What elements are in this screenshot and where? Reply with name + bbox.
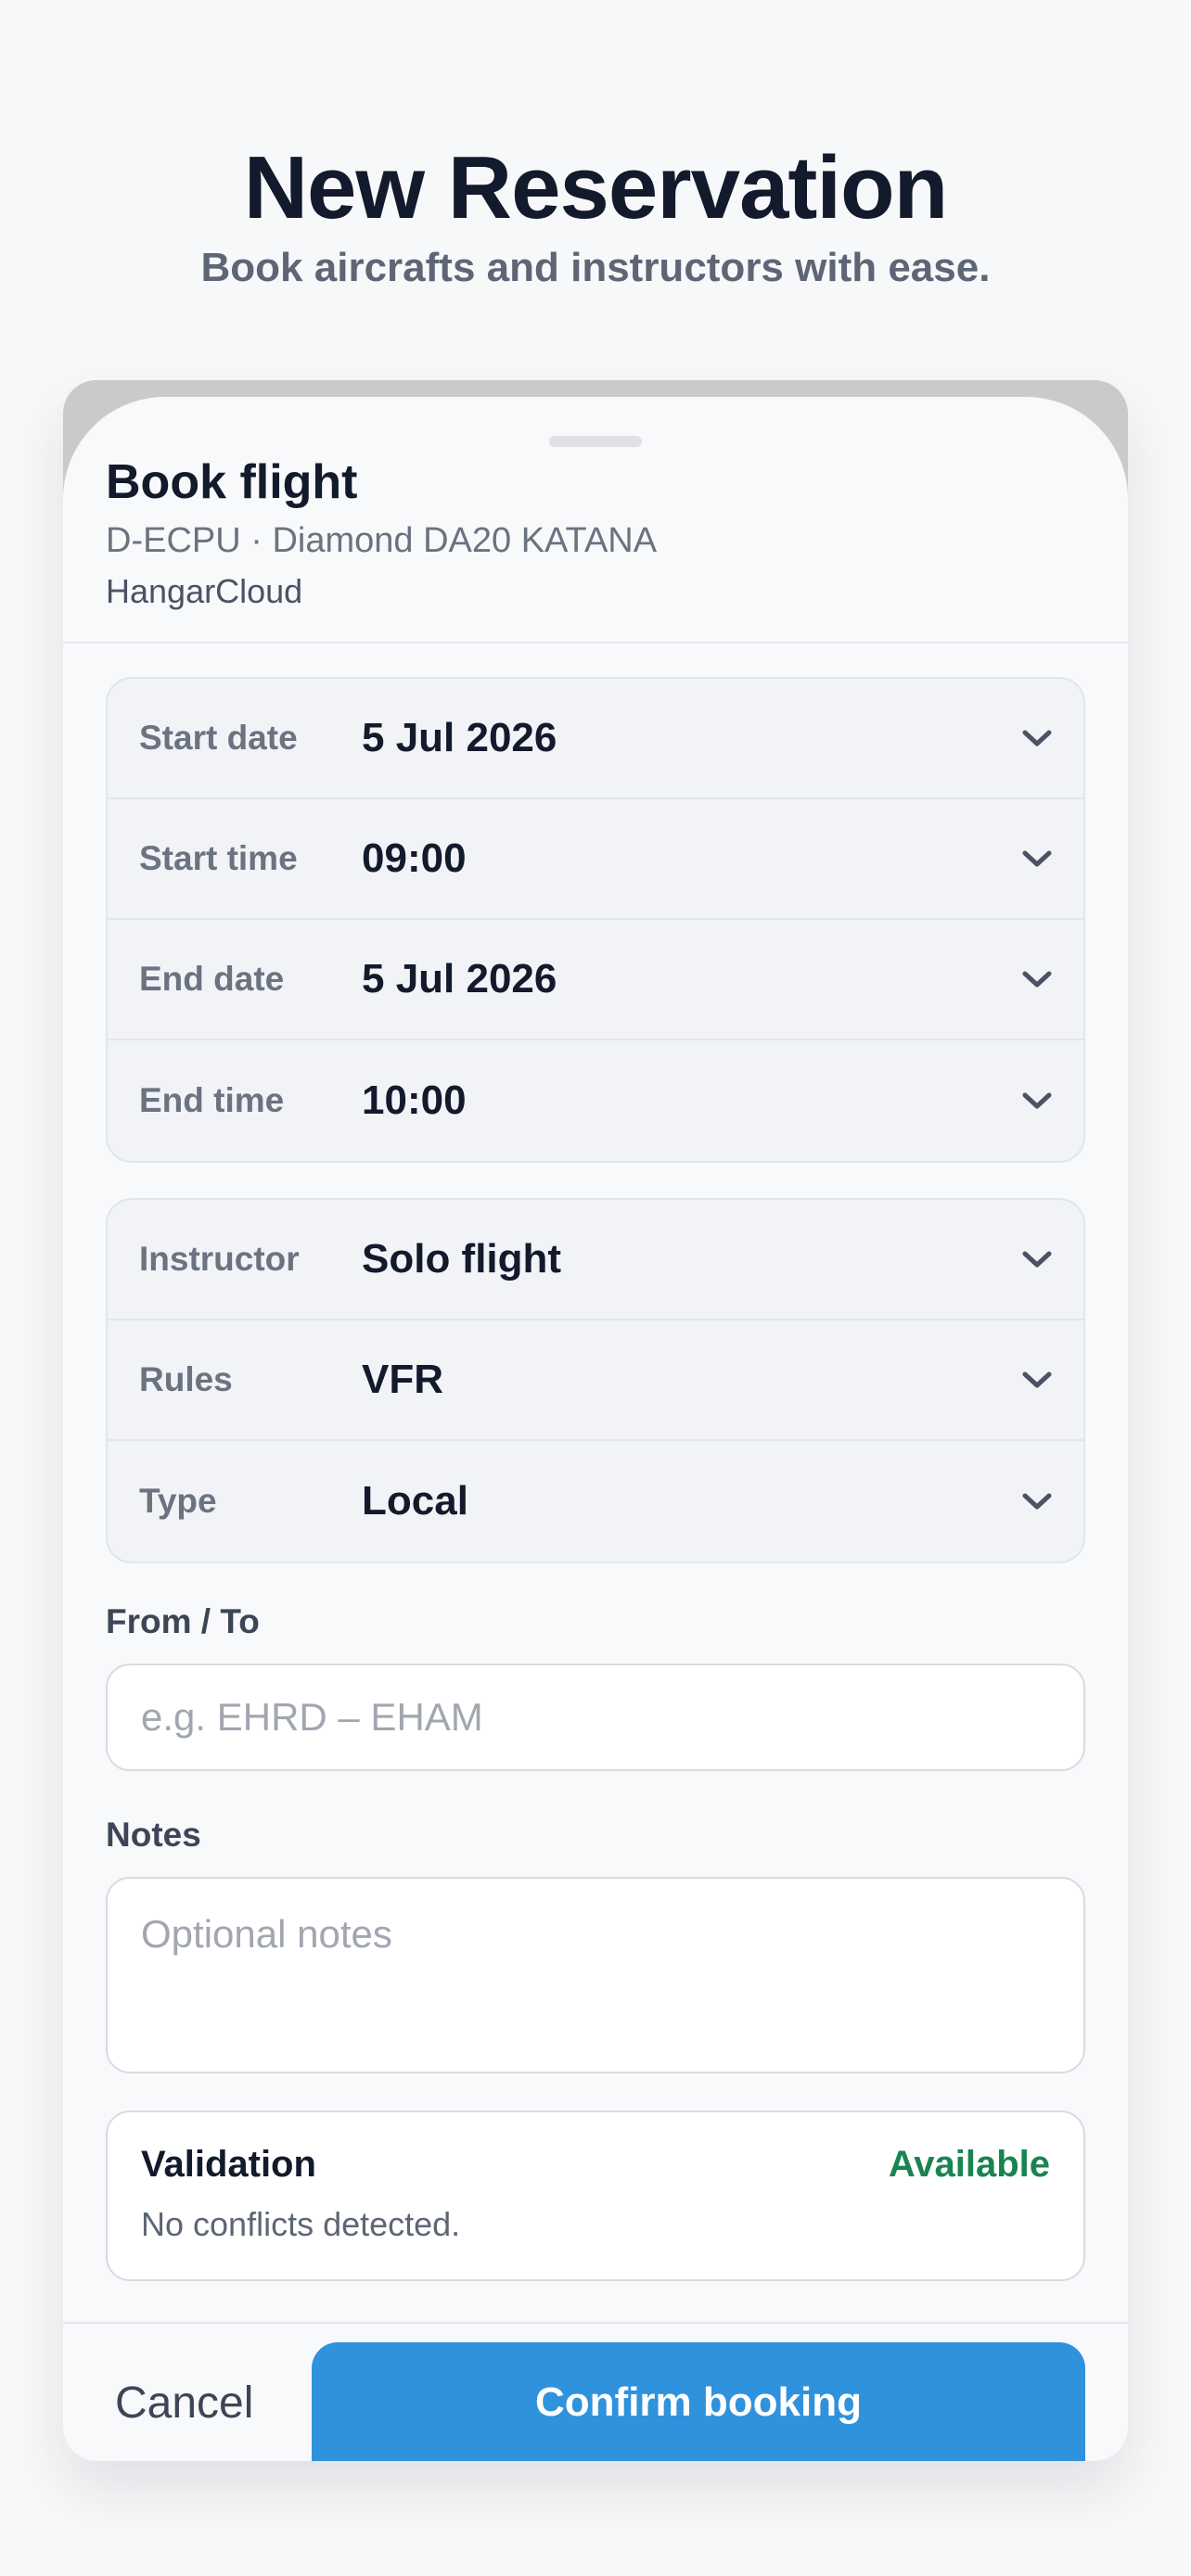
booking-sheet: Book flight D-ECPU · Diamond DA20 KATANA… bbox=[63, 397, 1128, 2461]
rules-value: VFR bbox=[362, 1357, 443, 1402]
end-date-value: 5 Jul 2026 bbox=[362, 956, 557, 1001]
type-label: Type bbox=[139, 1482, 217, 1520]
type-value: Local bbox=[362, 1478, 468, 1524]
end-time-row[interactable]: End time 10:00 bbox=[108, 1040, 1083, 1161]
chevron-down-icon bbox=[1018, 840, 1056, 877]
end-time-value: 10:00 bbox=[362, 1078, 467, 1123]
chevron-down-icon bbox=[1018, 1483, 1056, 1520]
footer-divider bbox=[63, 2322, 1128, 2324]
chevron-down-icon bbox=[1018, 961, 1056, 998]
validation-message: No conflicts detected. bbox=[141, 2205, 461, 2243]
chevron-down-icon bbox=[1018, 1361, 1056, 1398]
end-date-label: End date bbox=[139, 960, 285, 998]
flight-details-group: Instructor Solo flight Rules VFR Type Lo… bbox=[106, 1198, 1085, 1563]
sheet-grabber[interactable] bbox=[549, 436, 642, 447]
header-divider bbox=[63, 642, 1128, 644]
booking-sheet-container: Book flight D-ECPU · Diamond DA20 KATANA… bbox=[63, 380, 1128, 2461]
start-time-label: Start time bbox=[139, 839, 298, 877]
start-time-row[interactable]: Start time 09:00 bbox=[108, 799, 1083, 920]
validation-title: Validation bbox=[141, 2144, 316, 2185]
confirm-booking-button[interactable]: Confirm booking bbox=[312, 2342, 1085, 2461]
chevron-down-icon bbox=[1018, 1082, 1056, 1119]
aircraft-label: D-ECPU · Diamond DA20 KATANA bbox=[106, 521, 658, 560]
start-date-label: Start date bbox=[139, 719, 298, 757]
start-date-row[interactable]: Start date 5 Jul 2026 bbox=[108, 679, 1083, 799]
notes-input[interactable] bbox=[106, 1877, 1085, 2073]
type-row[interactable]: Type Local bbox=[108, 1441, 1083, 1562]
validation-card: Validation Available No conflicts detect… bbox=[106, 2111, 1085, 2281]
chevron-down-icon bbox=[1018, 1241, 1056, 1278]
instructor-value: Solo flight bbox=[362, 1236, 562, 1282]
instructor-label: Instructor bbox=[139, 1240, 300, 1278]
end-time-label: End time bbox=[139, 1081, 285, 1119]
rules-row[interactable]: Rules VFR bbox=[108, 1320, 1083, 1441]
chevron-down-icon bbox=[1018, 720, 1056, 757]
notes-label: Notes bbox=[106, 1816, 201, 1854]
route-label: From / To bbox=[106, 1602, 260, 1640]
start-time-value: 09:00 bbox=[362, 835, 467, 881]
end-date-row[interactable]: End date 5 Jul 2026 bbox=[108, 920, 1083, 1040]
sheet-header: Book flight D-ECPU · Diamond DA20 KATANA… bbox=[106, 453, 1089, 614]
route-input[interactable] bbox=[106, 1664, 1085, 1771]
organization-label: HangarCloud bbox=[106, 572, 303, 610]
start-date-value: 5 Jul 2026 bbox=[362, 715, 557, 760]
instructor-row[interactable]: Instructor Solo flight bbox=[108, 1200, 1083, 1320]
status-badge: Available bbox=[888, 2144, 1050, 2185]
rules-label: Rules bbox=[139, 1360, 233, 1398]
cancel-button[interactable]: Cancel bbox=[115, 2378, 253, 2429]
page-subtitle: Book aircrafts and instructors with ease… bbox=[200, 245, 991, 290]
sheet-title: Book flight bbox=[106, 455, 358, 509]
schedule-group: Start date 5 Jul 2026 Start time 09:00 E… bbox=[106, 677, 1085, 1163]
page-title: New Reservation bbox=[243, 138, 949, 237]
